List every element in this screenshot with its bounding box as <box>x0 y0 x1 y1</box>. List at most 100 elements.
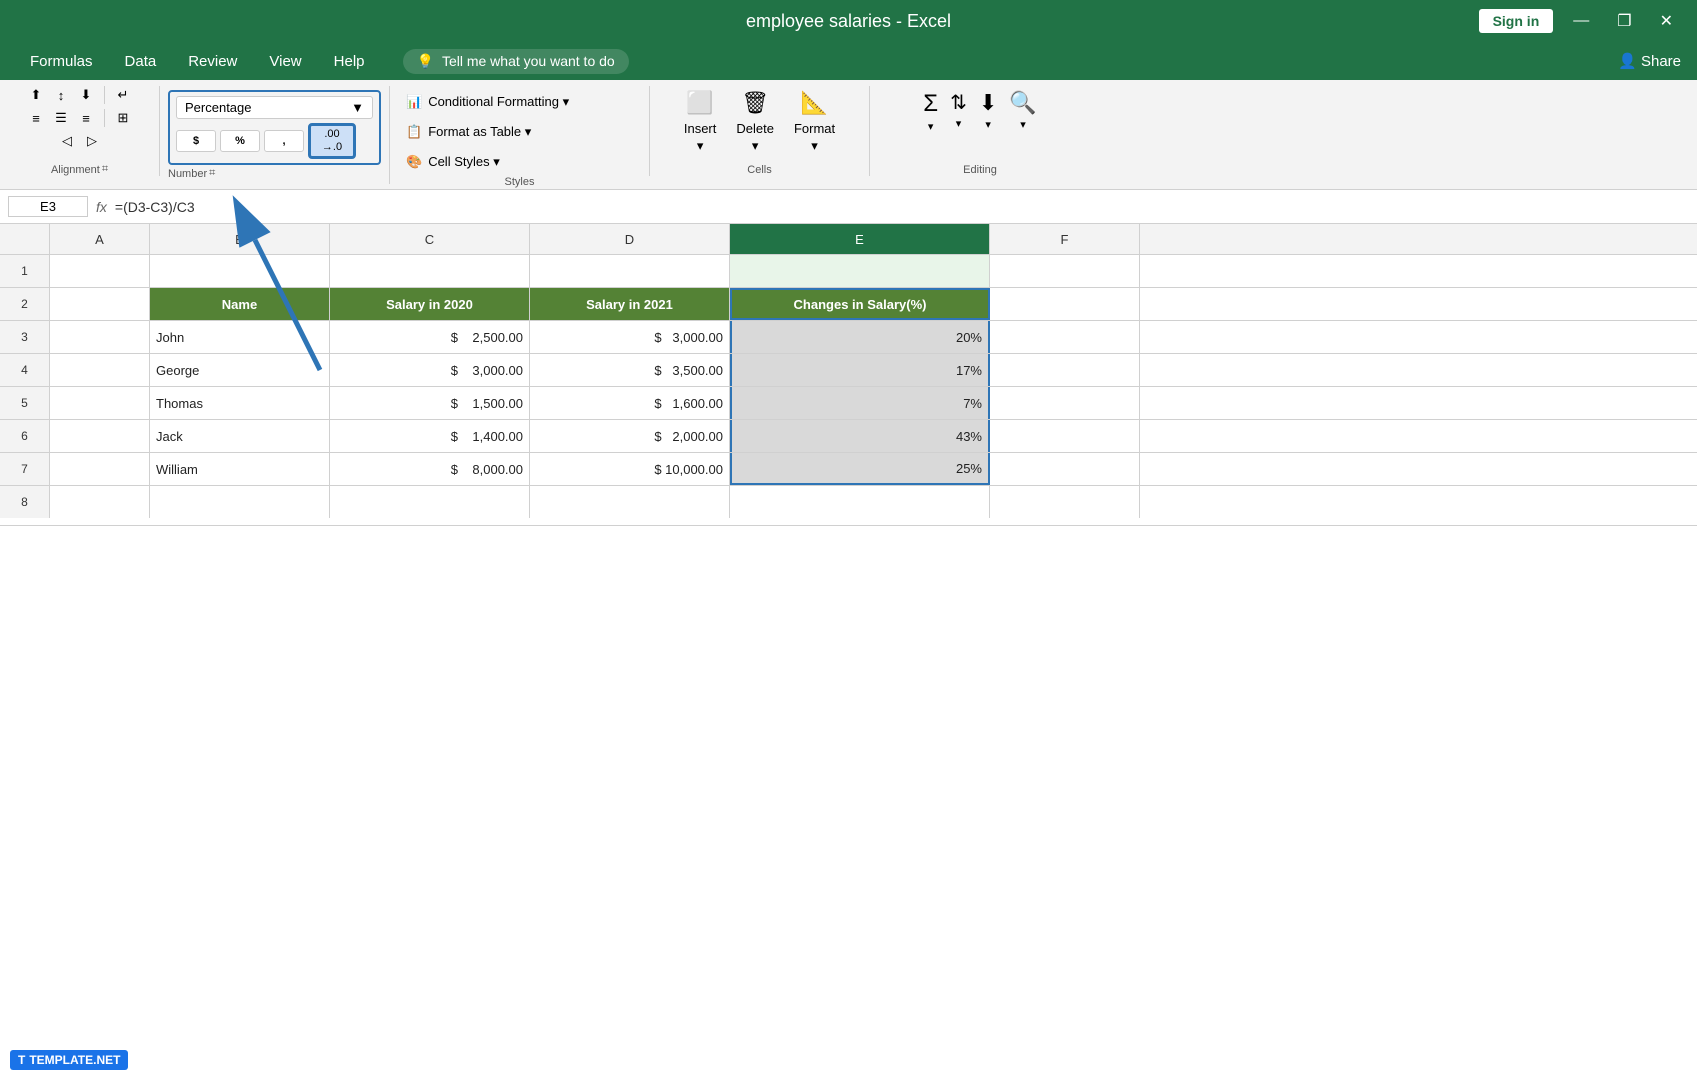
align-left-icon[interactable]: ≡ <box>25 109 47 127</box>
cell-e7[interactable]: 25% <box>730 453 990 485</box>
lightbulb-icon: 💡 <box>417 53 434 70</box>
cell-e6[interactable]: 43% <box>730 420 990 452</box>
cell-e3[interactable]: 20% <box>730 321 990 353</box>
name-box[interactable]: E3 <box>8 196 88 217</box>
cell-e4[interactable]: 17% <box>730 354 990 386</box>
col-header-a[interactable]: A <box>50 224 150 254</box>
cell-d6[interactable]: $ 2,000.00 <box>530 420 730 452</box>
cell-c6[interactable]: $ 1,400.00 <box>330 420 530 452</box>
cell-f4[interactable] <box>990 354 1140 386</box>
cell-d8[interactable] <box>530 486 730 518</box>
sign-in-button[interactable]: Sign in <box>1479 9 1554 33</box>
share-button[interactable]: 👤 Share <box>1618 52 1681 70</box>
minimize-button[interactable]: — <box>1565 10 1597 32</box>
cell-e2[interactable]: Changes in Salary(%) <box>730 288 990 320</box>
cell-f5[interactable] <box>990 387 1140 419</box>
menu-review[interactable]: Review <box>174 47 251 76</box>
row-num-1: 1 <box>0 255 50 287</box>
cell-b3[interactable]: John <box>150 321 330 353</box>
align-bottom-icon[interactable]: ⬇ <box>75 86 97 104</box>
sum-icon: Σ <box>923 90 938 118</box>
align-center-icon[interactable]: ☰ <box>50 109 72 127</box>
alignment-dialog-icon[interactable]: ⌗ <box>102 163 108 176</box>
increase-indent-icon[interactable]: ▷ <box>81 132 103 150</box>
align-middle-icon[interactable]: ↕ <box>50 86 72 104</box>
cell-e8[interactable] <box>730 486 990 518</box>
cell-a8[interactable] <box>50 486 150 518</box>
number-format-dropdown[interactable]: Percentage ▼ <box>176 96 373 119</box>
ribbon-alignment-section: ⬆ ↕ ⬇ ↵ ≡ ☰ ≡ ⊞ ◁ ▷ Alignment ⌗ <box>0 86 160 176</box>
cell-c3[interactable]: $ 2,500.00 <box>330 321 530 353</box>
cell-b4[interactable]: George <box>150 354 330 386</box>
cell-d2[interactable]: Salary in 2021 <box>530 288 730 320</box>
menu-formulas[interactable]: Formulas <box>16 47 107 76</box>
cell-a6[interactable] <box>50 420 150 452</box>
close-button[interactable]: ✕ <box>1652 9 1681 33</box>
cell-c2[interactable]: Salary in 2020 <box>330 288 530 320</box>
cell-d7[interactable]: $ 10,000.00 <box>530 453 730 485</box>
align-right-icon[interactable]: ≡ <box>75 109 97 127</box>
cell-c4[interactable]: $ 3,000.00 <box>330 354 530 386</box>
cell-styles-button[interactable]: 🎨 Cell Styles ▾ <box>398 150 641 174</box>
editing-label: Editing <box>963 164 997 176</box>
cell-d5[interactable]: $ 1,600.00 <box>530 387 730 419</box>
cell-b7[interactable]: William <box>150 453 330 485</box>
spreadsheet: A B C D E F 1 2 Name Salary in 2020 Sala… <box>0 224 1697 526</box>
cell-f8[interactable] <box>990 486 1140 518</box>
decrease-indent-icon[interactable]: ◁ <box>56 132 78 150</box>
col-header-b[interactable]: B <box>150 224 330 254</box>
menu-view[interactable]: View <box>255 47 315 76</box>
col-header-c[interactable]: C <box>330 224 530 254</box>
menu-help[interactable]: Help <box>320 47 379 76</box>
cell-c1[interactable] <box>330 255 530 287</box>
col-header-e[interactable]: E <box>730 224 990 254</box>
cell-f1[interactable] <box>990 255 1140 287</box>
cell-a2[interactable] <box>50 288 150 320</box>
menu-data[interactable]: Data <box>111 47 171 76</box>
cell-c8[interactable] <box>330 486 530 518</box>
dollar-button[interactable]: $ <box>176 130 216 152</box>
cell-f7[interactable] <box>990 453 1140 485</box>
cell-d1[interactable] <box>530 255 730 287</box>
cell-d4[interactable]: $ 3,500.00 <box>530 354 730 386</box>
col-header-f[interactable]: F <box>990 224 1140 254</box>
format-as-table-button[interactable]: 📋 Format as Table ▾ <box>398 120 641 144</box>
comma-button[interactable]: , <box>264 130 304 152</box>
number-dialog-icon[interactable]: ⌗ <box>209 167 215 180</box>
cell-e1[interactable] <box>730 255 990 287</box>
cell-f2[interactable] <box>990 288 1140 320</box>
cell-b2[interactable]: Name <box>150 288 330 320</box>
percent-button[interactable]: % <box>220 130 260 152</box>
cell-a3[interactable] <box>50 321 150 353</box>
cell-a1[interactable] <box>50 255 150 287</box>
cell-a4[interactable] <box>50 354 150 386</box>
align-top-icon[interactable]: ⬆ <box>25 86 47 104</box>
cell-f6[interactable] <box>990 420 1140 452</box>
cell-a7[interactable] <box>50 453 150 485</box>
cell-a5[interactable] <box>50 387 150 419</box>
col-header-d[interactable]: D <box>530 224 730 254</box>
cell-b5[interactable]: Thomas <box>150 387 330 419</box>
cell-b1[interactable] <box>150 255 330 287</box>
ribbon: ⬆ ↕ ⬇ ↵ ≡ ☰ ≡ ⊞ ◁ ▷ Alignment ⌗ <box>0 80 1697 190</box>
cell-d3[interactable]: $ 3,000.00 <box>530 321 730 353</box>
format-button[interactable]: Format ▾ <box>788 118 841 157</box>
cell-f3[interactable] <box>990 321 1140 353</box>
decrease-decimal-button[interactable]: .00 →.0 <box>308 123 356 159</box>
column-headers: A B C D E F <box>0 224 1697 255</box>
conditional-formatting-button[interactable]: 📊 Conditional Formatting ▾ <box>398 90 641 114</box>
fill-icon: ⬇ <box>979 90 997 116</box>
cell-b6[interactable]: Jack <box>150 420 330 452</box>
cell-e5[interactable]: 7% <box>730 387 990 419</box>
table-row: 7 William $ 8,000.00 $ 10,000.00 25% <box>0 453 1697 486</box>
tell-me-bar[interactable]: 💡 Tell me what you want to do <box>403 49 629 74</box>
insert-button[interactable]: Insert ▾ <box>678 118 723 157</box>
delete-button[interactable]: Delete ▾ <box>730 118 780 157</box>
restore-button[interactable]: ❐ <box>1609 9 1639 33</box>
cell-c7[interactable]: $ 8,000.00 <box>330 453 530 485</box>
cell-b8[interactable] <box>150 486 330 518</box>
merge-center-icon[interactable]: ⊞ <box>112 109 134 127</box>
corner-cell <box>0 224 50 254</box>
cell-c5[interactable]: $ 1,500.00 <box>330 387 530 419</box>
wrap-text-icon[interactable]: ↵ <box>112 86 134 104</box>
